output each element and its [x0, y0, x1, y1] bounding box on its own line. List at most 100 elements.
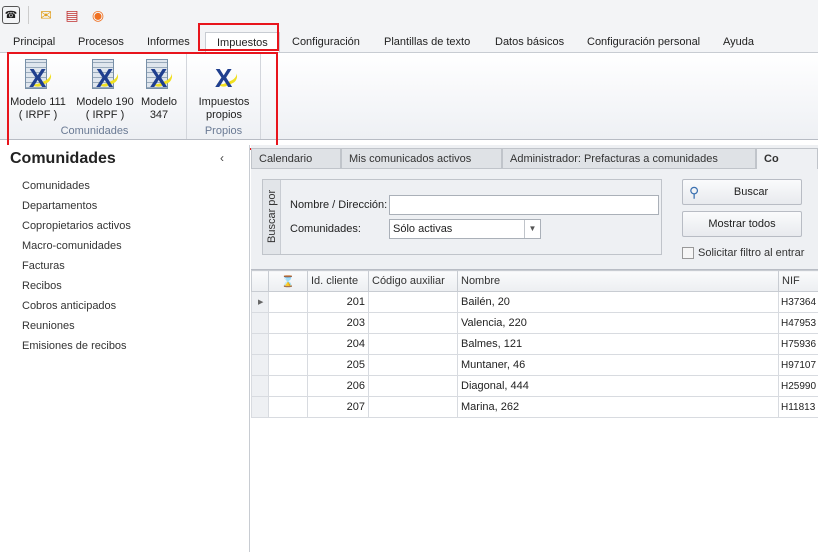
- impuestos-propios-button[interactable]: X Impuestos propios: [191, 57, 257, 122]
- button-label: Modelo: [140, 96, 178, 108]
- row-indicator[interactable]: [251, 396, 269, 418]
- status-cell: [268, 312, 308, 334]
- nav-item-recibos[interactable]: Recibos: [22, 280, 62, 292]
- table-row[interactable]: 205 Muntaner, 46 H97107: [251, 354, 818, 376]
- panel-title: Comunidades: [10, 150, 116, 167]
- ribbon-group-comunidades: X Modelo 111 ( IRPF ) X Modelo 190 ( IRP…: [3, 53, 187, 139]
- hourglass-icon: ⌛: [281, 275, 295, 288]
- nombre-cell: Balmes, 121: [457, 333, 779, 355]
- button-label: Buscar: [733, 186, 769, 198]
- row-indicator-header: [251, 270, 269, 292]
- phone-icon[interactable]: ☎: [2, 6, 20, 24]
- nav-item-macro-comunidades[interactable]: Macro-comunidades: [22, 240, 122, 252]
- tab-prefacturas[interactable]: Administrador: Prefacturas a comunidades: [502, 148, 756, 169]
- table-row[interactable]: 206 Diagonal, 444 H25990: [251, 375, 818, 397]
- tab-plantillas[interactable]: Plantillas de texto: [384, 32, 470, 52]
- tab-procesos[interactable]: Procesos: [78, 32, 124, 52]
- ribbon-body: X Modelo 111 ( IRPF ) X Modelo 190 ( IRP…: [0, 52, 818, 140]
- collapse-icon[interactable]: ‹: [220, 151, 224, 165]
- table-row[interactable]: 203 Valencia, 220 H47953: [251, 312, 818, 334]
- tab-calendario[interactable]: Calendario: [251, 148, 341, 169]
- nav-item-cobros[interactable]: Cobros anticipados: [22, 300, 116, 312]
- divider: [28, 6, 29, 24]
- tab-comunidades[interactable]: Co: [756, 148, 818, 169]
- buscar-button[interactable]: ⚲ Buscar: [682, 179, 802, 205]
- group-label: Comunidades: [60, 125, 129, 137]
- tab-impuestos[interactable]: Impuestos: [205, 32, 280, 52]
- status-cell: [268, 333, 308, 355]
- tab-ayuda[interactable]: Ayuda: [723, 32, 754, 52]
- nif-cell: H97107: [778, 354, 818, 376]
- id-cell: 205: [307, 354, 369, 376]
- tab-informes[interactable]: Informes: [147, 32, 190, 52]
- column-header-nif[interactable]: NIF: [778, 270, 818, 292]
- row-indicator[interactable]: [251, 312, 269, 334]
- modelo-347-button[interactable]: X Modelo 347: [139, 57, 179, 122]
- aux-cell: [368, 333, 458, 355]
- button-label: ( IRPF ): [85, 109, 125, 121]
- comunidades-select[interactable]: Sólo activas ▼: [389, 219, 541, 239]
- modelo-190-button[interactable]: X Modelo 190 ( IRPF ): [73, 57, 137, 122]
- tab-configuracion[interactable]: Configuración: [292, 32, 360, 52]
- tax-form-icon: X: [88, 57, 122, 93]
- table-row[interactable]: ▶ 201 Bailén, 20 H37364: [251, 291, 818, 313]
- broadcast-icon[interactable]: ◉: [89, 6, 107, 24]
- group-label: Propios: [204, 125, 243, 137]
- status-cell: [268, 375, 308, 397]
- tab-mis-comunicados[interactable]: Mis comunicados activos: [341, 148, 502, 169]
- button-label: propios: [205, 109, 243, 121]
- row-indicator[interactable]: [251, 354, 269, 376]
- id-cell: 206: [307, 375, 369, 397]
- nav-item-copropietarios[interactable]: Copropietarios activos: [22, 220, 131, 232]
- clipboard-check-icon[interactable]: ▤: [63, 6, 81, 24]
- comm-label: Comunidades:: [290, 223, 361, 235]
- table-row[interactable]: 207 Marina, 262 H11813: [251, 396, 818, 418]
- ribbon-group-propios: X Impuestos propios Propios: [187, 53, 261, 139]
- solicitar-filtro-checkbox[interactable]: Solicitar filtro al entrar: [682, 247, 804, 259]
- row-indicator[interactable]: [251, 375, 269, 397]
- aux-cell: [368, 396, 458, 418]
- quick-access-toolbar: ☎ ✉ ▤ ◉: [0, 0, 818, 30]
- button-label: ( IRPF ): [18, 109, 58, 121]
- nav-item-emisiones[interactable]: Emisiones de recibos: [22, 340, 127, 352]
- table-row[interactable]: 204 Balmes, 121 H75936: [251, 333, 818, 355]
- checkbox[interactable]: [682, 247, 694, 259]
- mail-icon[interactable]: ✉: [37, 6, 55, 24]
- status-column-header[interactable]: ⌛: [268, 270, 308, 292]
- id-cell: 204: [307, 333, 369, 355]
- aux-cell: [368, 375, 458, 397]
- tax-form-icon: X: [21, 57, 55, 93]
- button-label: Modelo 190: [76, 96, 134, 108]
- nav-item-facturas[interactable]: Facturas: [22, 260, 65, 272]
- id-cell: 207: [307, 396, 369, 418]
- checkbox-label: Solicitar filtro al entrar: [698, 247, 805, 259]
- nif-cell: H25990: [778, 375, 818, 397]
- nif-cell: H47953: [778, 312, 818, 334]
- nombre-cell: Marina, 262: [457, 396, 779, 418]
- column-header-nombre[interactable]: Nombre: [457, 270, 779, 292]
- left-panel: Comunidades ‹ Comunidades Departamentos …: [0, 145, 250, 552]
- nav-item-comunidades[interactable]: Comunidades: [22, 180, 90, 192]
- button-label: Modelo 111: [10, 96, 66, 108]
- nif-cell: H37364: [778, 291, 818, 313]
- column-header-aux[interactable]: Código auxiliar: [368, 270, 458, 292]
- tax-agency-icon: X: [207, 57, 241, 93]
- mostrar-todos-button[interactable]: Mostrar todos: [682, 211, 802, 237]
- tab-configuracion-personal[interactable]: Configuración personal: [587, 32, 700, 52]
- ribbon-tabs: Principal Procesos Informes Impuestos Co…: [0, 30, 818, 52]
- nav-item-reuniones[interactable]: Reuniones: [22, 320, 75, 332]
- row-indicator[interactable]: [251, 333, 269, 355]
- nav-item-departamentos[interactable]: Departamentos: [22, 200, 97, 212]
- id-cell: 201: [307, 291, 369, 313]
- name-input[interactable]: [389, 195, 659, 215]
- aux-cell: [368, 354, 458, 376]
- modelo-111-button[interactable]: X Modelo 111 ( IRPF ): [7, 57, 69, 122]
- tab-principal[interactable]: Principal: [13, 32, 55, 52]
- row-indicator[interactable]: ▶: [251, 291, 269, 313]
- name-label: Nombre / Dirección:: [290, 199, 388, 211]
- nif-cell: H11813: [778, 396, 818, 418]
- aux-cell: [368, 312, 458, 334]
- tab-datos-basicos[interactable]: Datos básicos: [495, 32, 564, 52]
- chevron-down-icon[interactable]: ▼: [524, 220, 540, 238]
- column-header-id[interactable]: Id. cliente: [307, 270, 369, 292]
